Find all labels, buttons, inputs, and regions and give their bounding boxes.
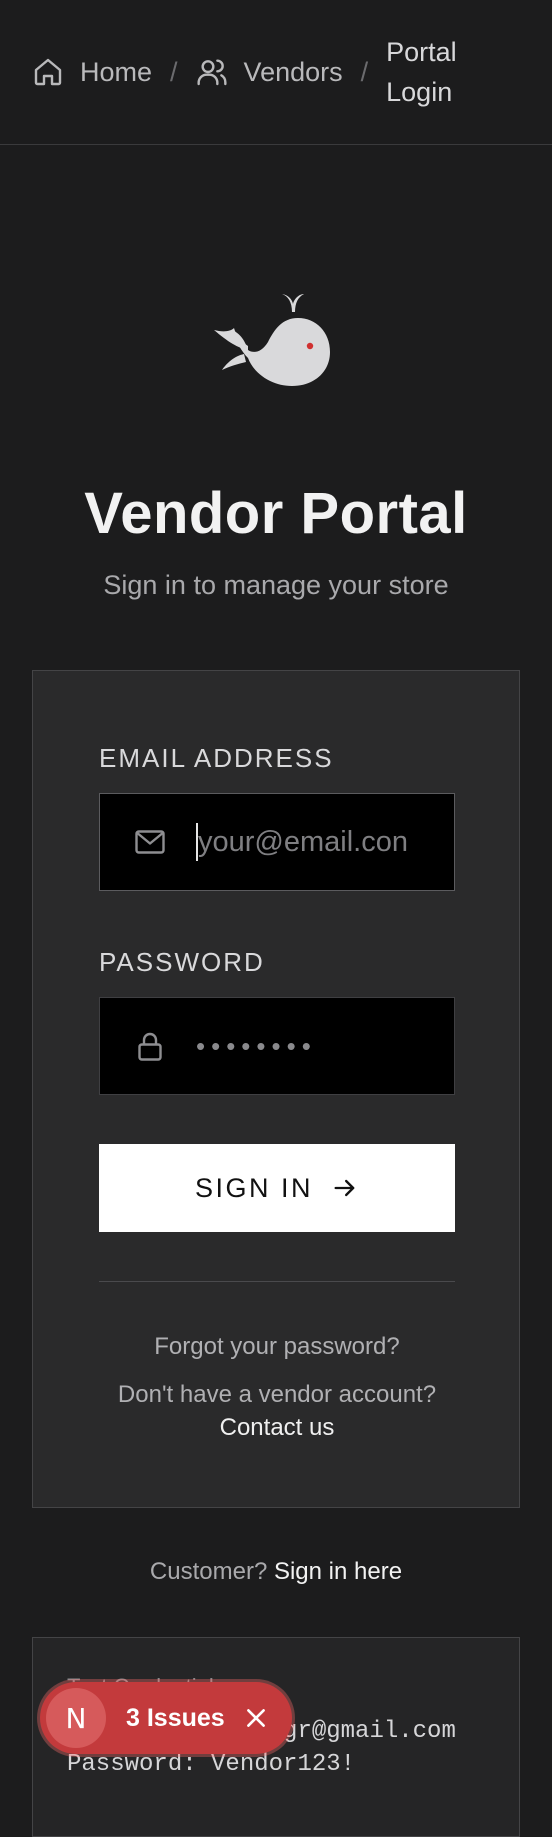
breadcrumb-separator: / [170,56,178,87]
divider [99,1281,455,1282]
page-subtitle: Sign in to manage your store [103,570,449,600]
sign-in-label: SIGN IN [194,1172,313,1203]
issues-badge[interactable]: N 3 Issues [40,1682,292,1754]
test-password: Password: Vendor123! [67,1751,356,1778]
breadcrumb-vendors[interactable]: Vendors [244,57,343,88]
password-field[interactable]: •••••••• [99,997,455,1095]
no-account-text: Don't have a vendor account? [117,1381,437,1408]
customer-prompt: Customer? [149,1558,268,1585]
lock-icon [132,1028,168,1064]
breadcrumb-home[interactable]: Home [80,57,152,88]
breadcrumb: Home / Vendors / Portal Login [32,32,476,112]
email-label: EMAIL ADDRESS [99,743,334,773]
forgot-password-link[interactable]: Forgot your password? [33,1333,521,1361]
login-card: EMAIL ADDRESS your@email.con PASSWORD ••… [32,670,520,1508]
home-icon [32,56,64,88]
breadcrumb-current: Portal Login [386,37,457,107]
password-label: PASSWORD [99,947,265,977]
issues-count: 3 Issues [126,1703,225,1732]
arrow-right-icon [334,1179,355,1197]
password-value: •••••••• [196,1030,317,1061]
users-icon [196,56,228,88]
customer-signin-link[interactable]: Sign in here [274,1558,402,1585]
whale-logo [208,282,338,392]
breadcrumb-separator: / [360,56,369,87]
breadcrumb-bar: Home / Vendors / Portal Login [0,0,552,145]
email-field[interactable]: your@email.con [99,793,455,891]
close-icon[interactable] [243,1705,269,1731]
customer-signin: Customer? Sign in here [0,1558,552,1586]
email-placeholder: your@email.con [198,825,408,858]
next-logo-icon: N [46,1688,106,1748]
sign-in-button[interactable]: SIGN IN [99,1144,455,1232]
page-title: Vendor Portal [84,481,468,546]
contact-us-link[interactable]: Contact us [33,1414,521,1442]
mail-icon [132,824,168,860]
